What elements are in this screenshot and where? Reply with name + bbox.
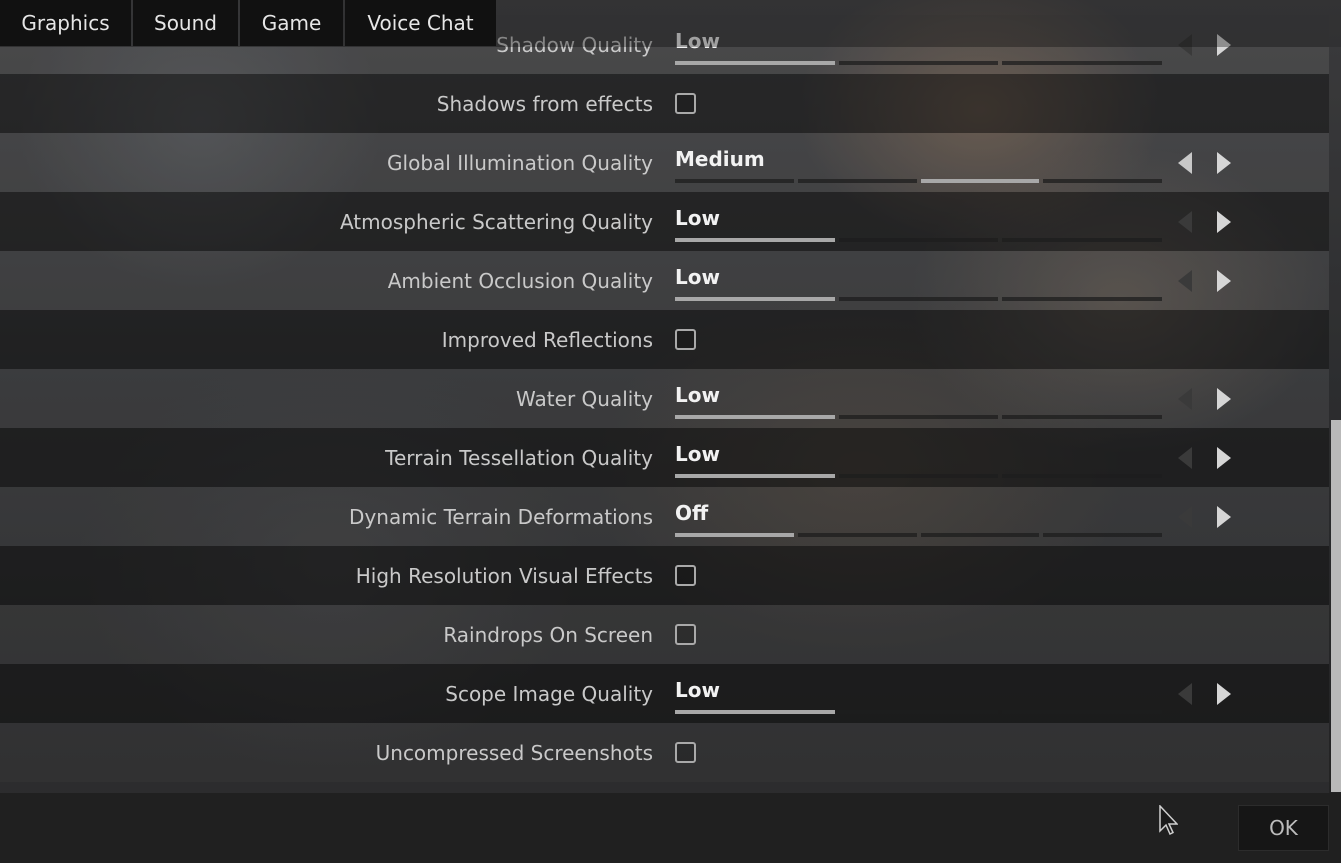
level-segment: [1002, 474, 1162, 478]
setting-row: High Resolution Visual Effects: [0, 546, 1329, 605]
chevron-left-icon[interactable]: [1175, 150, 1195, 176]
chevron-right-icon[interactable]: [1214, 268, 1234, 294]
setting-row: Uncompressed Screenshots: [0, 723, 1329, 782]
setting-value: Off: [675, 501, 709, 525]
tab-sound[interactable]: Sound: [133, 0, 238, 46]
setting-row: Dynamic Terrain Deformations Off: [0, 487, 1329, 546]
chevron-right-icon[interactable]: [1214, 386, 1234, 412]
setting-label: Dynamic Terrain Deformations: [349, 504, 653, 529]
tab-graphics[interactable]: Graphics: [0, 0, 131, 46]
level-segment: [675, 533, 794, 537]
setting-label: Uncompressed Screenshots: [375, 740, 653, 765]
setting-label: High Resolution Visual Effects: [355, 563, 653, 588]
setting-checkbox[interactable]: [675, 329, 696, 350]
setting-row: Raindrops On Screen: [0, 605, 1329, 664]
chevron-right-icon[interactable]: [1214, 681, 1234, 707]
setting-value: Low: [675, 206, 720, 230]
setting-row: Atmospheric Scattering Quality Low: [0, 192, 1329, 251]
chevron-left-icon[interactable]: [1175, 445, 1195, 471]
level-segment: [838, 297, 999, 301]
ok-button[interactable]: OK: [1238, 805, 1329, 851]
setting-value: Low: [675, 442, 720, 466]
footer-bar: [0, 793, 1341, 863]
level-segment: [838, 238, 999, 242]
setting-row: Global Illumination Quality Medium: [0, 133, 1329, 192]
level-segment: [838, 61, 999, 65]
level-segment: [675, 474, 835, 478]
level-segment: [675, 710, 835, 714]
setting-row: Terrain Tessellation Quality Low: [0, 428, 1329, 487]
level-segment: [797, 179, 917, 183]
chevron-left-icon[interactable]: [1175, 209, 1195, 235]
chevron-right-icon[interactable]: [1214, 150, 1234, 176]
chevron-right-icon[interactable]: [1214, 504, 1234, 530]
level-segment: [1002, 415, 1162, 419]
settings-list: Shadow Quality Low Shadows from effects Glo…: [0, 0, 1329, 793]
setting-label: Raindrops On Screen: [443, 622, 653, 647]
level-segment: [1002, 710, 1162, 714]
setting-value: Low: [675, 265, 720, 289]
mouse-cursor-icon: [1158, 804, 1179, 836]
setting-checkbox[interactable]: [675, 565, 696, 586]
setting-value: Low: [675, 383, 720, 407]
level-segment: [1043, 179, 1162, 183]
level-segment: [675, 179, 794, 183]
setting-row: Water Quality Low: [0, 369, 1329, 428]
setting-label: Improved Reflections: [441, 327, 653, 352]
level-segment: [838, 474, 999, 478]
setting-checkbox[interactable]: [675, 742, 696, 763]
level-segment: [838, 710, 999, 714]
setting-label: Shadows from effects: [436, 91, 653, 116]
tab-bar: Graphics Sound Game Voice Chat: [0, 0, 1341, 47]
setting-row: Shadows from effects: [0, 74, 1329, 133]
setting-value: Low: [675, 678, 720, 702]
chevron-left-icon[interactable]: [1175, 268, 1195, 294]
tab-game[interactable]: Game: [240, 0, 343, 46]
scrollbar-thumb[interactable]: [1331, 420, 1341, 792]
level-segment: [1043, 533, 1162, 537]
level-segment: [1002, 61, 1162, 65]
setting-label: Atmospheric Scattering Quality: [339, 209, 653, 234]
setting-label: Ambient Occlusion Quality: [387, 268, 653, 293]
setting-label: Global Illumination Quality: [387, 150, 653, 175]
level-segment: [675, 297, 835, 301]
level-segment: [920, 179, 1040, 183]
setting-value: Medium: [675, 147, 765, 171]
chevron-left-icon[interactable]: [1175, 681, 1195, 707]
setting-checkbox[interactable]: [675, 624, 696, 645]
setting-row: Ambient Occlusion Quality Low: [0, 251, 1329, 310]
setting-label: Scope Image Quality: [445, 681, 653, 706]
level-segment: [1002, 297, 1162, 301]
level-segment: [675, 415, 835, 419]
setting-checkbox[interactable]: [675, 93, 696, 114]
chevron-right-icon[interactable]: [1214, 445, 1234, 471]
setting-label: Terrain Tessellation Quality: [385, 445, 653, 470]
level-segment: [1002, 238, 1162, 242]
level-segment: [838, 415, 999, 419]
level-segment: [675, 61, 835, 65]
level-segment: [797, 533, 917, 537]
level-segment: [920, 533, 1040, 537]
tab-voice-chat[interactable]: Voice Chat: [345, 0, 496, 46]
setting-label: Water Quality: [516, 386, 653, 411]
level-segment: [675, 238, 835, 242]
chevron-right-icon[interactable]: [1214, 209, 1234, 235]
chevron-left-icon[interactable]: [1175, 386, 1195, 412]
chevron-left-icon[interactable]: [1175, 504, 1195, 530]
setting-row: Scope Image Quality Low: [0, 664, 1329, 723]
setting-row: Improved Reflections: [0, 310, 1329, 369]
